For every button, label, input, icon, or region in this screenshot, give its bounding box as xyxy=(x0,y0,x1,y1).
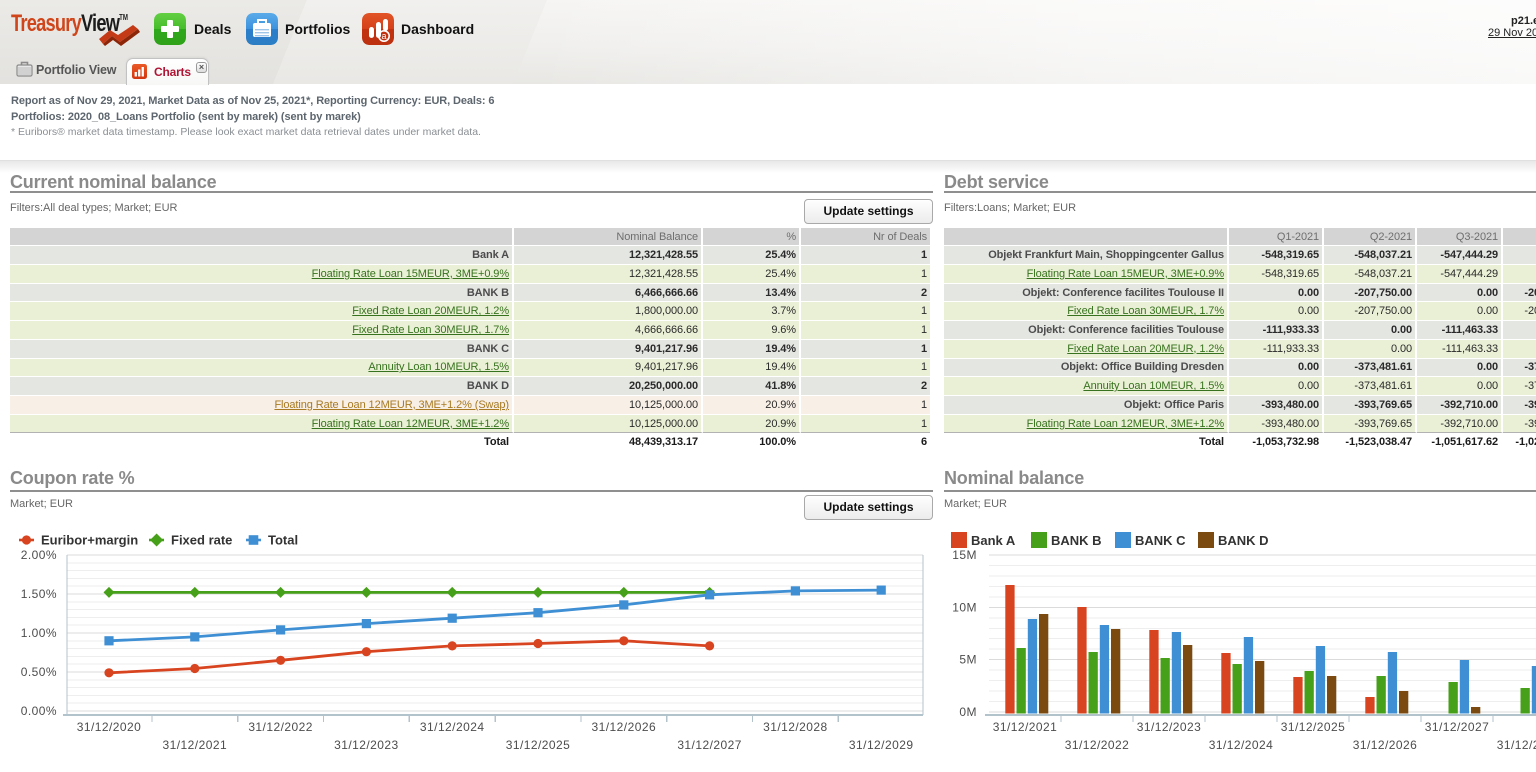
svg-text:31/12/2024: 31/12/2024 xyxy=(420,720,485,734)
svg-text:31/12/2020: 31/12/2020 xyxy=(77,720,142,734)
svg-text:31/12/2025: 31/12/2025 xyxy=(506,738,571,752)
svg-text:Fixed rate: Fixed rate xyxy=(171,533,232,548)
svg-text:5M: 5M xyxy=(959,653,977,667)
svg-text:31/12/2028: 31/12/2028 xyxy=(1497,738,1536,752)
svg-text:31/12/2026: 31/12/2026 xyxy=(592,720,657,734)
svg-text:BANK D: BANK D xyxy=(1218,533,1269,548)
svg-text:Bank A: Bank A xyxy=(971,533,1016,548)
svg-text:1.50%: 1.50% xyxy=(21,587,57,601)
svg-text:31/12/2023: 31/12/2023 xyxy=(334,738,399,752)
svg-text:1.00%: 1.00% xyxy=(21,626,57,640)
svg-text:31/12/2029: 31/12/2029 xyxy=(849,738,914,752)
svg-text:Total: Total xyxy=(268,533,298,548)
svg-text:2.00%: 2.00% xyxy=(21,548,57,562)
svg-text:31/12/2024: 31/12/2024 xyxy=(1209,738,1274,752)
svg-text:31/12/2023: 31/12/2023 xyxy=(1137,720,1202,734)
svg-text:10M: 10M xyxy=(952,600,977,614)
svg-text:31/12/2025: 31/12/2025 xyxy=(1281,720,1346,734)
svg-text:BANK B: BANK B xyxy=(1051,533,1102,548)
svg-text:0M: 0M xyxy=(959,705,977,719)
svg-text:15M: 15M xyxy=(952,548,977,562)
svg-text:31/12/2022: 31/12/2022 xyxy=(1065,738,1130,752)
svg-text:31/12/2027: 31/12/2027 xyxy=(677,738,742,752)
svg-text:0.00%: 0.00% xyxy=(21,704,57,718)
svg-text:31/12/2021: 31/12/2021 xyxy=(993,720,1058,734)
svg-text:31/12/2022: 31/12/2022 xyxy=(248,720,313,734)
svg-text:Euribor+margin: Euribor+margin xyxy=(41,533,138,548)
svg-text:31/12/2021: 31/12/2021 xyxy=(163,738,228,752)
svg-text:31/12/2027: 31/12/2027 xyxy=(1425,720,1490,734)
svg-text:BANK C: BANK C xyxy=(1135,533,1186,548)
svg-text:31/12/2026: 31/12/2026 xyxy=(1353,738,1418,752)
svg-text:a: a xyxy=(381,31,386,41)
svg-text:0.50%: 0.50% xyxy=(21,665,57,679)
svg-text:31/12/2028: 31/12/2028 xyxy=(763,720,828,734)
